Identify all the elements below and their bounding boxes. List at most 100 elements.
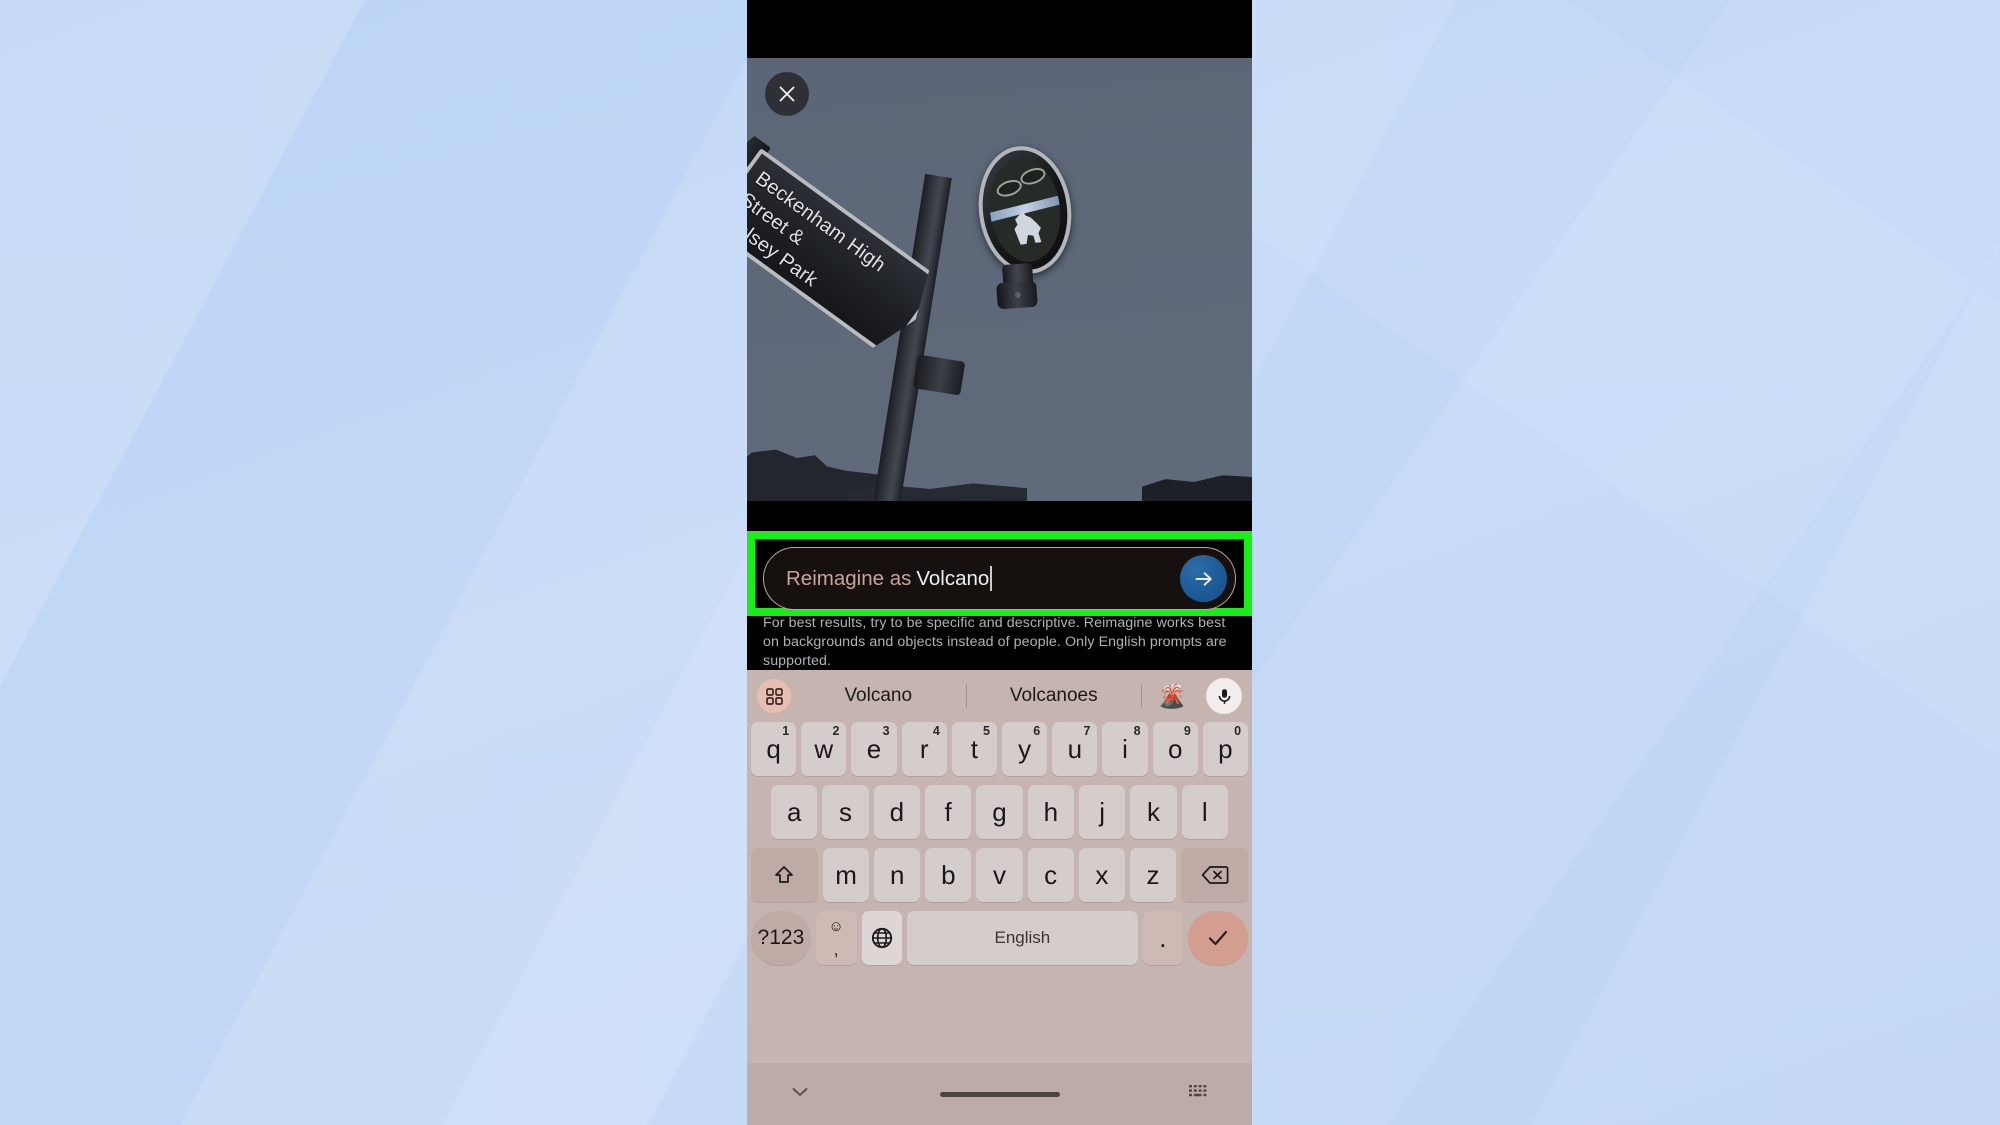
prompt-highlight-box: Reimagine as Volcano [747,531,1252,616]
key-l[interactable]: l [1181,785,1228,839]
key-letter-label: t [970,733,979,764]
key-y[interactable]: 6y [1002,722,1048,776]
checkmark-icon [1209,930,1228,946]
prompt-text-wrapper: Reimagine as Volcano [786,566,1180,591]
key-number-label: 8 [1133,724,1141,738]
suggestion-chip-1[interactable]: Volcano [791,685,966,707]
keyboard-row-1: 1q2w3e4r5t6y7u8i9o0p [747,722,1252,776]
key-letter-label: i [1122,733,1128,764]
key-letter-label: u [1067,733,1083,764]
arrow-right-icon [1195,571,1212,586]
key-number-label: 4 [932,724,940,738]
comma-label: , [833,939,839,959]
key-d[interactable]: d [873,785,920,839]
letterbox-middle [747,501,1252,530]
prompt-entered-text: Volcano [916,566,990,590]
key-letter-label: y [1018,733,1032,764]
key-w[interactable]: 2w [801,722,847,776]
photo-canvas: Beckenham High Street & Kelsey Park [747,58,1252,501]
key-u[interactable]: 7u [1052,722,1098,776]
key-h[interactable]: h [1027,785,1074,839]
globe-language-icon [871,927,892,949]
symbols-key[interactable]: ?123 [751,911,811,965]
close-icon [779,86,795,102]
key-m[interactable]: m [822,848,870,902]
key-j[interactable]: j [1078,785,1126,839]
key-letter-label: w [814,733,834,764]
phone-screenshot: Beckenham High Street & Kelsey Park Reim… [747,0,1252,1125]
key-t[interactable]: 5t [951,722,997,776]
key-z[interactable]: z [1129,848,1177,902]
prompt-helper-text: For best results, try to be specific and… [763,615,1227,669]
enter-key[interactable] [1188,911,1249,965]
key-o[interactable]: 9o [1152,722,1198,776]
shift-key[interactable] [751,848,818,902]
key-r[interactable]: 4r [901,722,947,776]
switch-keyboard-button[interactable] [1188,1083,1210,1106]
suggestion-toolbar: Volcano Volcanoes 🌋 [747,670,1252,722]
keyboard-row-3: mnbvcxz [747,848,1252,902]
grid-apps-icon [765,687,783,705]
crest-ring-icon [994,176,1024,200]
crest-mount-bolt [1015,292,1021,298]
key-number-label: 5 [983,724,990,738]
keyboard-row-2: asdfghjkl [747,785,1252,839]
photo-foreground-shape [1142,475,1252,501]
chevron-down-icon [792,1087,808,1096]
suggestion-emoji[interactable]: 🌋 [1142,683,1202,710]
keyboard-apps-button[interactable] [757,679,791,713]
keyboard-switch-icon [1189,1084,1207,1096]
shift-arrow-icon [775,866,794,883]
backspace-key[interactable] [1181,848,1248,902]
reimagine-prompt-input[interactable]: Reimagine as Volcano [763,547,1236,610]
key-letter-label: e [866,733,882,764]
on-screen-keyboard: Volcano Volcanoes 🌋 1q2w3e4r5t6y7u8i9o0p… [747,670,1252,1125]
text-cursor [990,566,993,591]
key-b[interactable]: b [925,848,972,902]
key-number-label: 1 [782,724,790,738]
keyboard-row-4: ?123 ☺ , English . [747,911,1252,965]
key-s[interactable]: s [822,785,869,839]
key-letter-label: q [766,733,781,764]
key-e[interactable]: 3e [851,722,897,776]
period-key[interactable]: . [1142,911,1184,965]
voice-input-button[interactable] [1206,678,1242,714]
key-v[interactable]: v [976,848,1023,902]
prompt-helper-text-container: For best results, try to be specific and… [747,612,1252,670]
microphone-icon [1218,688,1230,704]
crest-ring-icon [1018,164,1048,188]
emoji-comma-key[interactable]: ☺ , [815,911,857,965]
key-n[interactable]: n [874,848,921,902]
language-switch-key[interactable] [861,911,903,965]
key-f[interactable]: f [925,785,972,839]
key-q[interactable]: 1q [750,722,797,776]
spacebar-key[interactable]: English [907,911,1138,965]
send-prompt-button[interactable] [1180,555,1227,602]
key-number-label: 7 [1083,724,1091,738]
system-navigation-bar [747,1063,1252,1125]
signpost-pole-base [912,354,966,396]
key-i[interactable]: 8i [1102,722,1148,776]
key-number-label: 2 [832,724,840,738]
hide-keyboard-button[interactable] [789,1081,811,1108]
emoji-smiley-icon: ☺ [828,917,844,935]
key-number-label: 9 [1183,724,1191,738]
prompt-prefix-label: Reimagine as [786,566,912,590]
close-button[interactable] [765,72,809,116]
key-letter-label: o [1167,733,1183,764]
key-p[interactable]: 0p [1202,722,1249,776]
key-x[interactable]: x [1078,848,1125,902]
key-g[interactable]: g [976,785,1023,839]
key-k[interactable]: k [1130,785,1177,839]
home-indicator[interactable] [939,1091,1060,1097]
backspace-icon [1201,866,1228,884]
key-number-label: 6 [1033,724,1041,738]
key-a[interactable]: a [771,785,818,839]
key-number-label: 0 [1234,724,1242,738]
emoji-comma-stack: ☺ , [828,919,843,958]
key-number-label: 3 [882,724,890,738]
suggestion-chip-2[interactable]: Volcanoes [967,685,1142,707]
key-letter-label: p [1218,733,1233,764]
key-c[interactable]: c [1027,848,1074,902]
desktop-background: Beckenham High Street & Kelsey Park Reim… [0,0,2000,1125]
